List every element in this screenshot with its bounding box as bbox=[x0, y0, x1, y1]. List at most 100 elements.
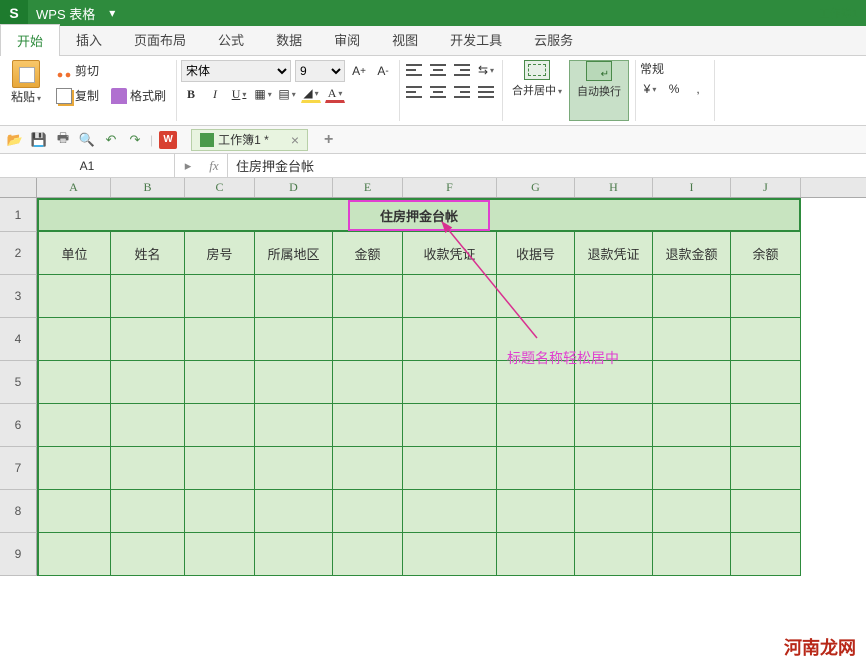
row-header[interactable]: 5 bbox=[0, 361, 37, 404]
align-left-button[interactable] bbox=[404, 82, 424, 102]
column-header[interactable]: J bbox=[731, 178, 801, 197]
redo-icon[interactable]: ↷ bbox=[126, 131, 144, 149]
underline-button[interactable]: U bbox=[229, 84, 249, 104]
table-cell[interactable] bbox=[255, 447, 333, 490]
table-cell[interactable] bbox=[111, 490, 185, 533]
tab-developer[interactable]: 开发工具 bbox=[434, 24, 518, 55]
font-color-button[interactable]: A bbox=[325, 85, 345, 103]
currency-button[interactable]: ¥ bbox=[640, 79, 660, 99]
decrease-font-button[interactable]: A- bbox=[373, 61, 393, 81]
font-name-select[interactable]: 宋体 bbox=[181, 60, 291, 82]
open-icon[interactable]: 📂 bbox=[6, 131, 24, 149]
table-cell[interactable] bbox=[731, 404, 801, 447]
table-cell[interactable] bbox=[731, 490, 801, 533]
tab-view[interactable]: 视图 bbox=[376, 24, 434, 55]
tab-insert[interactable]: 插入 bbox=[60, 24, 118, 55]
bold-button[interactable]: B bbox=[181, 84, 201, 104]
comma-button[interactable]: , bbox=[688, 79, 708, 99]
tab-data[interactable]: 数据 bbox=[260, 24, 318, 55]
increase-font-button[interactable]: A+ bbox=[349, 61, 369, 81]
fill-color-button[interactable]: ◢ bbox=[301, 85, 321, 103]
table-cell[interactable] bbox=[653, 361, 731, 404]
table-cell[interactable] bbox=[497, 533, 575, 576]
table-cell[interactable] bbox=[37, 404, 111, 447]
table-cell[interactable] bbox=[403, 447, 497, 490]
print-preview-icon[interactable]: 🔍 bbox=[78, 131, 96, 149]
font-size-select[interactable]: 9 bbox=[295, 60, 345, 82]
column-header[interactable]: G bbox=[497, 178, 575, 197]
tab-start[interactable]: 开始 bbox=[0, 24, 60, 56]
align-bottom-button[interactable] bbox=[452, 60, 472, 80]
table-header-cell[interactable]: 余额 bbox=[731, 232, 801, 275]
table-cell[interactable] bbox=[653, 447, 731, 490]
distribute-button[interactable] bbox=[476, 82, 496, 102]
table-cell[interactable] bbox=[333, 533, 403, 576]
print-icon[interactable]: 🖶 bbox=[54, 131, 72, 149]
row-header[interactable]: 3 bbox=[0, 275, 37, 318]
table-cell[interactable] bbox=[731, 447, 801, 490]
table-cell[interactable] bbox=[255, 490, 333, 533]
align-top-button[interactable] bbox=[404, 60, 424, 80]
align-right-button[interactable] bbox=[452, 82, 472, 102]
table-cell[interactable] bbox=[497, 404, 575, 447]
fx-button[interactable]: fx bbox=[201, 158, 227, 174]
paste-button[interactable]: 粘贴 bbox=[6, 60, 46, 105]
table-cell[interactable] bbox=[185, 447, 255, 490]
border-button[interactable]: ▦ bbox=[253, 84, 273, 104]
column-header[interactable]: I bbox=[653, 178, 731, 197]
row-header[interactable]: 6 bbox=[0, 404, 37, 447]
row-header[interactable]: 2 bbox=[0, 232, 37, 275]
table-cell[interactable] bbox=[575, 404, 653, 447]
table-cell[interactable] bbox=[37, 447, 111, 490]
merge-center-button[interactable]: 合并居中 bbox=[507, 60, 567, 121]
table-cell[interactable] bbox=[653, 404, 731, 447]
table-cell[interactable] bbox=[403, 404, 497, 447]
wps-logo-icon[interactable]: W bbox=[159, 131, 177, 149]
table-cell[interactable] bbox=[653, 318, 731, 361]
table-cell[interactable] bbox=[185, 404, 255, 447]
wrap-text-button[interactable]: 自动换行 bbox=[569, 60, 629, 121]
format-painter-button[interactable]: 格式刷 bbox=[107, 85, 170, 106]
percent-button[interactable]: % bbox=[664, 79, 684, 99]
undo-icon[interactable]: ↶ bbox=[102, 131, 120, 149]
column-header[interactable]: E bbox=[333, 178, 403, 197]
table-cell[interactable] bbox=[575, 490, 653, 533]
copy-button[interactable]: 复制 bbox=[52, 85, 103, 106]
table-cell[interactable] bbox=[653, 533, 731, 576]
table-cell[interactable] bbox=[255, 404, 333, 447]
tab-cloud[interactable]: 云服务 bbox=[518, 24, 589, 55]
table-cell[interactable] bbox=[403, 490, 497, 533]
column-header[interactable]: B bbox=[111, 178, 185, 197]
table-cell[interactable] bbox=[185, 533, 255, 576]
column-header[interactable]: H bbox=[575, 178, 653, 197]
table-cell[interactable] bbox=[37, 490, 111, 533]
close-tab-icon[interactable]: × bbox=[291, 132, 299, 148]
table-cell[interactable] bbox=[185, 490, 255, 533]
row-header[interactable]: 7 bbox=[0, 447, 37, 490]
add-tab-button[interactable]: + bbox=[324, 131, 333, 149]
table-cell[interactable] bbox=[731, 318, 801, 361]
tab-formula[interactable]: 公式 bbox=[202, 24, 260, 55]
column-header[interactable]: D bbox=[255, 178, 333, 197]
fill-pattern-button[interactable]: ▤ bbox=[277, 84, 297, 104]
save-icon[interactable]: 💾 bbox=[30, 131, 48, 149]
table-cell[interactable] bbox=[731, 361, 801, 404]
table-cell[interactable] bbox=[575, 533, 653, 576]
tab-review[interactable]: 审阅 bbox=[318, 24, 376, 55]
table-cell[interactable] bbox=[333, 447, 403, 490]
cells-area[interactable]: 住房押金台帐单位姓名房号所属地区金额收款凭证收据号退款凭证退款金额余额 标题名称… bbox=[37, 198, 866, 576]
table-cell[interactable] bbox=[731, 275, 801, 318]
row-header[interactable]: 8 bbox=[0, 490, 37, 533]
table-cell[interactable] bbox=[111, 447, 185, 490]
row-header[interactable]: 4 bbox=[0, 318, 37, 361]
table-cell[interactable] bbox=[37, 533, 111, 576]
column-header[interactable]: C bbox=[185, 178, 255, 197]
align-middle-button[interactable] bbox=[428, 60, 448, 80]
table-cell[interactable] bbox=[255, 533, 333, 576]
align-center-button[interactable] bbox=[428, 82, 448, 102]
tab-page-layout[interactable]: 页面布局 bbox=[118, 24, 202, 55]
formula-dropdown-icon[interactable]: ▸ bbox=[175, 158, 201, 174]
column-header[interactable]: A bbox=[37, 178, 111, 197]
name-box[interactable]: A1 bbox=[0, 154, 175, 177]
table-cell[interactable] bbox=[653, 490, 731, 533]
